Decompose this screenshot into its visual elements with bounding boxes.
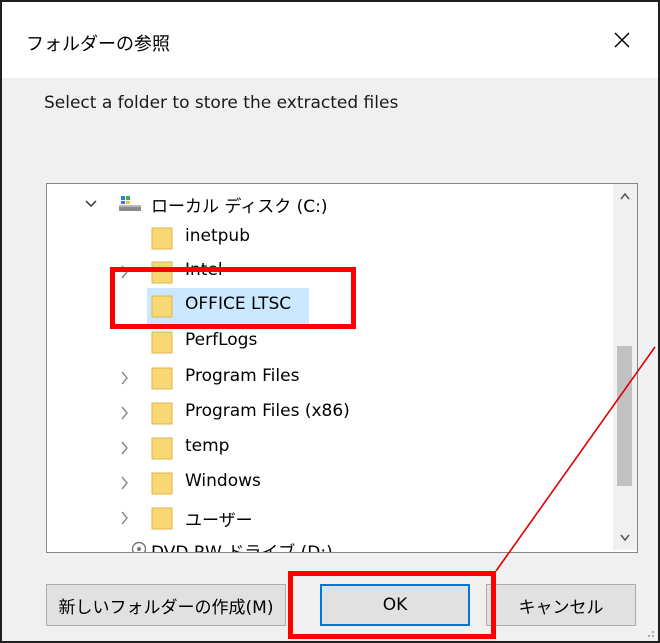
folder-icon — [151, 367, 173, 390]
chevron-up-icon — [620, 192, 630, 200]
chevron-right-icon[interactable] — [119, 264, 131, 280]
tree-item-label: Program Files — [185, 366, 300, 386]
title-bar: フォルダーの参照 — [2, 2, 658, 78]
tree-item-local-disk[interactable]: ローカル ディスク (C:) — [47, 186, 612, 222]
instruction-text: Select a folder to store the extracted f… — [44, 93, 399, 113]
new-folder-button-label: 新しいフォルダーの作成(M) — [58, 597, 274, 618]
close-button[interactable] — [586, 2, 658, 78]
chevron-right-icon[interactable] — [119, 405, 131, 421]
cancel-button[interactable]: キャンセル — [486, 584, 636, 626]
scroll-thumb[interactable] — [617, 346, 632, 486]
tree-item-label: ユーザー — [185, 511, 253, 531]
folder-icon — [151, 331, 173, 354]
dialog-title: フォルダーの参照 — [26, 34, 170, 55]
new-folder-button[interactable]: 新しいフォルダーの作成(M) — [46, 584, 286, 626]
folder-icon — [151, 472, 173, 495]
tree-item-program-files[interactable]: Program Files — [47, 360, 612, 396]
chevron-right-icon[interactable] — [119, 475, 131, 491]
chevron-right-icon[interactable] — [119, 370, 131, 386]
vertical-scrollbar[interactable] — [613, 184, 637, 550]
tree-item-program-files-x86[interactable]: Program Files (x86) — [47, 395, 612, 431]
folder-icon — [151, 227, 173, 250]
cancel-button-label: キャンセル — [518, 597, 604, 618]
tree-item-perflogs[interactable]: PerfLogs — [47, 324, 612, 360]
tree-item-label: OFFICE LTSC — [185, 294, 292, 314]
tree-item-windows[interactable]: Windows — [47, 465, 612, 501]
scroll-down-button[interactable] — [613, 528, 637, 548]
folder-browse-dialog: フォルダーの参照 Select a folder to store the ex… — [0, 0, 660, 643]
ok-button[interactable]: OK — [320, 584, 470, 626]
folder-icon — [151, 261, 173, 284]
tree-item-label: Program Files (x86) — [185, 401, 350, 421]
chevron-down-icon — [620, 534, 630, 542]
tree-item-intel[interactable]: Intel — [47, 254, 612, 290]
folder-icon — [151, 507, 173, 530]
drive-icon — [119, 196, 141, 211]
tree-item-label: temp — [185, 436, 230, 456]
chevron-right-icon[interactable] — [119, 510, 131, 526]
disc-drive-icon — [131, 541, 147, 552]
folder-icon — [151, 437, 173, 460]
tree-item-label: PerfLogs — [185, 330, 258, 350]
folder-icon — [151, 402, 173, 425]
tree-item-dvd-drive[interactable]: DVD RW ドライブ (D:) — [47, 538, 612, 553]
tree-item-office-ltsc[interactable]: OFFICE LTSC — [47, 288, 612, 324]
tree-item-label: Windows — [185, 471, 261, 491]
tree-item-label: ローカル ディスク (C:) — [151, 197, 328, 217]
tree-item-label: inetpub — [185, 226, 250, 246]
chevron-right-icon[interactable] — [119, 440, 131, 456]
tree-item-label: DVD RW ドライブ (D:) — [151, 543, 333, 553]
chevron-down-icon[interactable] — [85, 196, 97, 212]
resize-grip-icon[interactable] — [643, 626, 655, 638]
ok-button-label: OK — [382, 595, 408, 615]
folder-icon — [151, 295, 173, 318]
folder-tree[interactable]: ローカル ディスク (C:) inetpub Intel OFFICE LTSC… — [46, 183, 638, 553]
tree-item-inetpub[interactable]: inetpub — [47, 220, 612, 256]
close-icon — [614, 32, 630, 48]
tree-item-users[interactable]: ユーザー — [47, 500, 612, 536]
tree-item-temp[interactable]: temp — [47, 430, 612, 466]
tree-item-label: Intel — [185, 260, 223, 280]
scroll-up-button[interactable] — [613, 186, 637, 206]
